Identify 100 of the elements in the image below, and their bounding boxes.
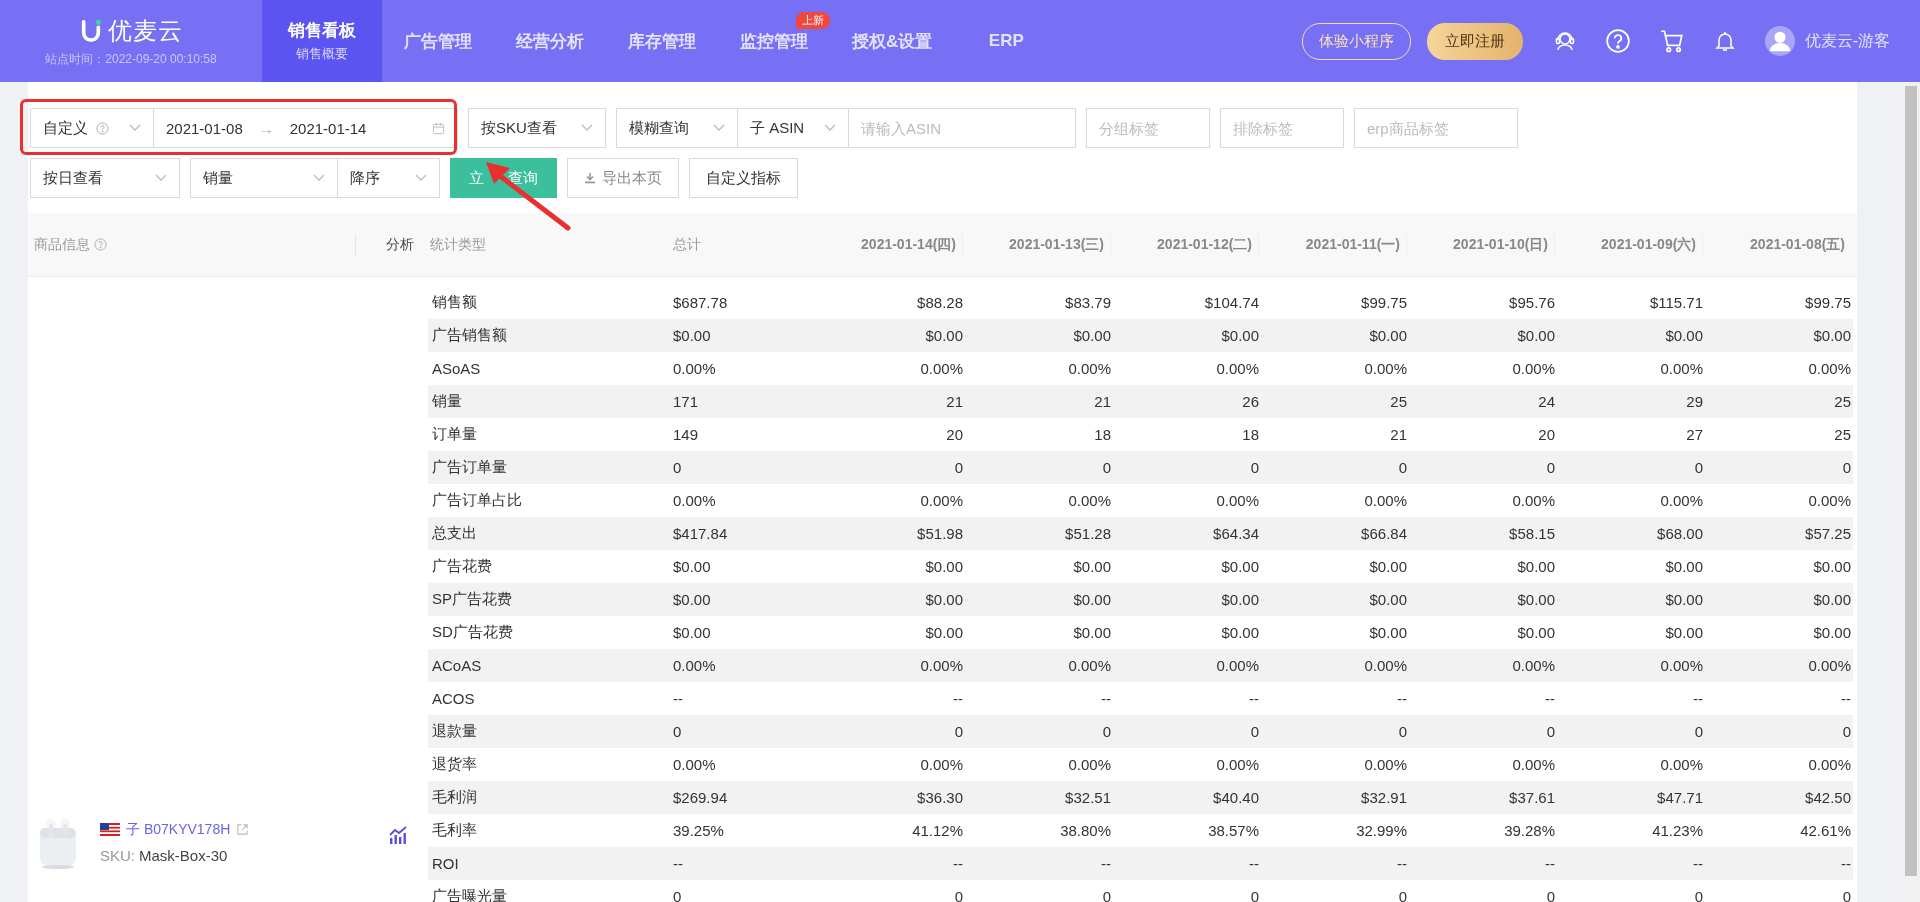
table-cell-text: $0.00 [1220,327,1259,344]
table-cell-text: 毛利率 [431,821,478,840]
table-cell-text: $0.00 [1516,558,1555,575]
table-cell-text: 0 [1101,888,1111,902]
table-cell-text: $37.61 [1508,789,1555,806]
table-cell-text: $0.00 [1220,591,1259,608]
table-cell-text: ROI [431,855,460,872]
table-cell-text: 32.99% [1355,822,1407,839]
table-cell-text: 41.12% [911,822,963,839]
sort-order-dropdown[interactable]: 降序 [337,158,440,198]
chart-icon[interactable] [388,826,408,844]
logo-icon [79,18,102,43]
table-cell-text: 0 [1545,888,1555,902]
table-cell-text: 0.00% [672,492,717,509]
table-cell-text: 39.25% [672,822,725,839]
avatar-icon[interactable] [1764,26,1795,56]
table-cell-text: 25 [1833,426,1851,443]
column-header: 2021-01-11(一) [1305,235,1400,254]
table-cell-text: SP广告花费 [431,590,513,609]
table-cell-text: 0.00% [1215,657,1259,674]
table-cell-text: 0.00% [1807,756,1851,773]
table-cell-text: 0.00% [1659,657,1703,674]
table-cell-text: 26 [1241,393,1259,410]
table-cell-text: 0.00% [1659,360,1703,377]
table-cell-text: -- [1840,855,1851,872]
export-button[interactable]: 导出本页 [567,158,680,198]
table-cell-text: 0.00% [1511,360,1555,377]
table-cell-text: 0.00% [1511,756,1555,773]
asin-link[interactable]: 子 B07KYV178H [126,820,231,839]
table-cell-text: $36.30 [916,789,963,806]
table-cell-text: -- [1544,855,1555,872]
nav-tab[interactable]: 经营分析 [494,0,606,82]
table-cell-text: 0.00% [1659,492,1703,509]
erp-tag-field[interactable]: erp商品标签 [1354,108,1518,148]
asin-input-field[interactable]: 请输入ASIN [848,108,1076,148]
table-cell-text: $99.75 [1360,294,1407,311]
table-cell-text: $0.00 [1072,624,1111,641]
sort-field-dropdown[interactable]: 销量 [190,158,338,198]
period-dropdown[interactable]: 按日查看 [30,158,180,198]
table-cell-text: 0.00% [672,657,717,674]
table-cell-text: 0 [1693,459,1703,476]
chevron-icon [313,174,325,182]
table-cell-text: -- [1100,855,1111,872]
table-cell-text: 0.00% [672,360,717,377]
table-cell-text: 退货率 [431,755,478,774]
help-icon[interactable] [1604,28,1631,54]
nav-tab[interactable]: 授权&设置 [830,0,955,82]
table-cell-text: $269.94 [672,789,729,806]
match-mode-dropdown[interactable]: 模糊查询 [616,108,738,148]
table-cell-text: 0 [953,459,963,476]
custom-metrics-button[interactable]: 自定义指标 [689,158,799,198]
table-cell-text: $0.00 [1368,591,1407,608]
table-cell-text: 0.00% [1363,756,1407,773]
sku-label: SKU: [100,846,135,864]
bell-icon[interactable] [1712,29,1737,53]
table-cell-text: $0.00 [1516,327,1555,344]
table-cell-text: 0.00% [1215,492,1259,509]
cart-icon[interactable] [1658,28,1685,54]
date-mode-dropdown[interactable]: 自定义 [30,108,154,148]
nav-tab[interactable]: ERP [954,0,1059,82]
table-cell-text: $0.00 [1072,558,1111,575]
nav-tab[interactable]: 库存管理 [606,0,718,82]
calendar-icon [432,121,445,135]
date-range-field[interactable]: 2021-01-08 → 2021-01-14 [153,108,458,148]
table-cell-text: 0.00% [1067,360,1111,377]
nav-tab[interactable]: 广告管理 [382,0,494,82]
table-cell-text: $95.76 [1508,294,1555,311]
sku-value: Mask-Box-30 [139,846,228,864]
view-by-dropdown[interactable]: 按SKU查看 [468,108,606,148]
table-cell-text: -- [952,855,963,872]
help-icon [96,121,109,135]
table-cell-text: $68.00 [1656,525,1703,542]
register-button[interactable]: 立即注册 [1426,22,1523,60]
exclude-tag-field[interactable]: 排除标签 [1220,108,1344,148]
table-cell-text: $0.00 [1368,327,1407,344]
group-tag-field[interactable]: 分组标签 [1086,108,1210,148]
chevron-icon [415,174,427,182]
table-cell-text: $0.00 [1812,327,1851,344]
download-icon [584,172,597,184]
table-cell-text: -- [1396,855,1407,872]
scrollbar[interactable] [1902,82,1920,902]
table-cell-text: 0 [1249,723,1259,740]
mini-program-button[interactable]: 体验小程序 [1301,22,1411,60]
table-cell-text: 0.00% [1511,657,1555,674]
table-cell-text: 38.80% [1059,822,1111,839]
table-cell-text: 毛利润 [431,788,478,807]
asin-type-dropdown[interactable]: 子 ASIN [737,108,849,148]
table-cell-text: 0 [1841,459,1851,476]
column-header: 2021-01-14(四) [861,235,956,254]
table-cell-text: 0.00% [1807,657,1851,674]
nav-tab[interactable]: 销售看板 销售概要 [262,0,382,82]
user-name[interactable]: 优麦云-游客 [1804,30,1890,52]
table-cell-text: $0.00 [1664,591,1703,608]
table-cell-text: 0.00% [1659,756,1703,773]
table-cell-text: $417.84 [672,525,729,542]
table-cell-text: 0.00% [1067,492,1111,509]
column-header: 2021-01-10(日) [1453,235,1548,254]
table-cell-text: $0.00 [1220,624,1259,641]
chevron-icon [581,124,593,132]
table-cell-text: 0 [672,459,683,476]
